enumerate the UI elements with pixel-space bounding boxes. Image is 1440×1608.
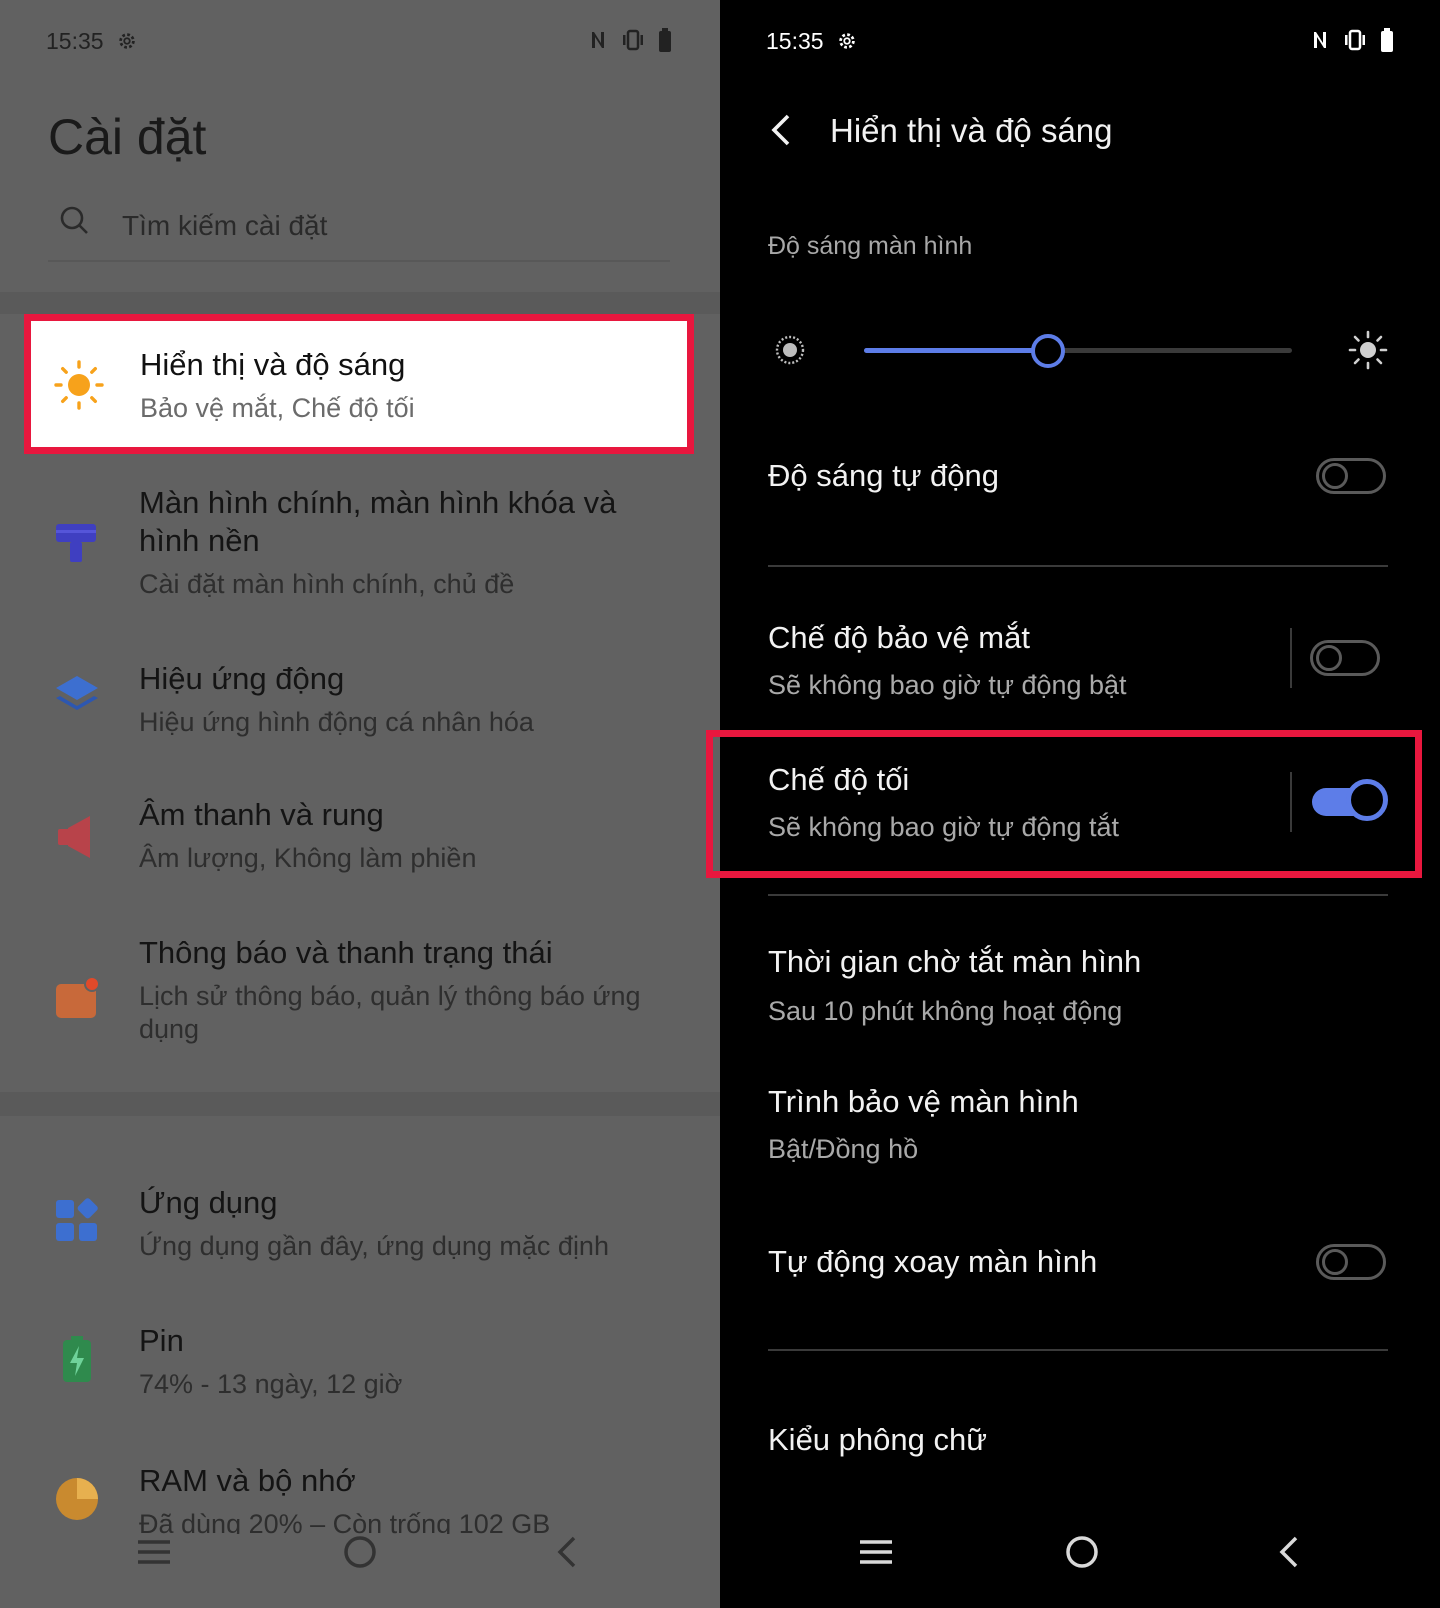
dark-mode-highlight-frame <box>706 730 1422 878</box>
brightness-slider[interactable] <box>768 330 1388 370</box>
brightness-high-icon <box>1348 330 1388 370</box>
gear-icon <box>838 33 855 49</box>
notification-icon <box>56 976 100 1018</box>
settings-item-title: RAM và bộ nhớ <box>139 1463 356 1498</box>
toggle-knob <box>1322 463 1348 489</box>
settings-item-subtitle: 74% - 13 ngày, 12 giờ <box>139 1369 403 1399</box>
page-title: Cài đặt <box>48 109 207 165</box>
row-title: Độ sáng tự động <box>768 458 1000 493</box>
screensaver-row[interactable]: Trình bảo vệ màn hình Bật/Đồng hồ <box>768 1084 1388 1184</box>
home-icon[interactable] <box>1062 1532 1102 1572</box>
section-divider <box>768 894 1388 896</box>
brightness-fill <box>864 348 1048 353</box>
battery-icon <box>63 1336 91 1382</box>
section-divider <box>0 1092 720 1116</box>
settings-item-subtitle: Lịch sử thông báo, quản lý thông báo ứng… <box>139 981 641 1044</box>
toggle-knob <box>1316 645 1342 671</box>
status-icons-left <box>588 28 672 52</box>
settings-item-battery[interactable]: Pin 74% - 13 ngày, 12 giờ <box>0 1322 720 1422</box>
settings-item-apps[interactable]: Ứng dụng Ứng dụng gần đây, ứng dụng mặc … <box>0 1184 720 1284</box>
section-divider <box>768 1349 1388 1351</box>
back-arrow-icon[interactable] <box>768 112 798 148</box>
apps-icon <box>56 1198 98 1241</box>
vibrate-icon <box>623 29 643 51</box>
row-subtitle: Bật/Đồng hồ <box>768 1134 919 1164</box>
settings-item-title: Màn hình chính, màn hình khóa và hình nề… <box>139 485 617 558</box>
row-title: Tự động xoay màn hình <box>768 1244 1098 1279</box>
battery-status-icon <box>1381 28 1393 52</box>
nfc-icon <box>1314 32 1326 48</box>
settings-item-title: Pin <box>139 1323 184 1358</box>
vibrate-icon <box>1345 29 1365 51</box>
row-title: Thời gian chờ tắt màn hình <box>768 944 1142 979</box>
nfc-icon <box>592 32 604 48</box>
storage-pie-icon <box>56 1478 98 1520</box>
section-divider <box>768 565 1388 567</box>
row-title: Kiểu phông chữ <box>768 1422 987 1457</box>
back-icon[interactable] <box>548 1532 588 1572</box>
row-subtitle: Sau 10 phút không hoạt động <box>768 996 1123 1026</box>
brightness-thumb[interactable] <box>1031 334 1065 368</box>
settings-item-subtitle: Cài đặt màn hình chính, chủ đề <box>139 569 515 599</box>
home-icon[interactable] <box>340 1532 380 1572</box>
brightness-low-icon <box>775 335 805 365</box>
settings-item-subtitle: Âm lượng, Không làm phiền <box>139 843 477 873</box>
search-input[interactable]: Tìm kiếm cài đặt <box>48 200 670 262</box>
menu-icon[interactable] <box>856 1532 896 1572</box>
settings-item-animations[interactable]: Hiệu ứng động Hiệu ứng hình động cá nhân… <box>0 660 720 760</box>
auto-brightness-row[interactable]: Độ sáng tự động <box>768 450 1388 510</box>
settings-item-subtitle: Hiệu ứng hình động cá nhân hóa <box>139 707 534 737</box>
auto-rotate-toggle[interactable] <box>1316 1244 1386 1280</box>
settings-item-subtitle: Ứng dụng gần đây, ứng dụng mặc định <box>139 1231 609 1261</box>
speaker-icon <box>58 816 90 858</box>
settings-item-notifications[interactable]: Thông báo và thanh trạng thái Lịch sử th… <box>0 934 720 1064</box>
battery-status-icon <box>659 28 671 52</box>
search-icon <box>60 206 88 234</box>
auto-brightness-toggle[interactable] <box>1316 458 1386 494</box>
brightness-track[interactable] <box>864 334 1292 368</box>
gear-icon <box>118 33 135 49</box>
status-time: 15:35 <box>46 27 104 54</box>
settings-item-title: Thông báo và thanh trạng thái <box>139 935 553 970</box>
navigation-bar <box>0 1518 720 1588</box>
settings-main-screen: 15:35 Cài đặt Tìm kiếm cài đặt Hiển thị … <box>0 0 720 1608</box>
settings-item-title: Hiệu ứng động <box>139 661 345 696</box>
eye-protection-toggle[interactable] <box>1310 640 1380 676</box>
settings-item-sound[interactable]: Âm thanh và rung Âm lượng, Không làm phi… <box>0 796 720 896</box>
row-title: Trình bảo vệ màn hình <box>768 1084 1079 1119</box>
back-icon[interactable] <box>1270 1532 1310 1572</box>
section-divider <box>0 292 720 314</box>
vertical-separator <box>1290 628 1292 688</box>
settings-item-title: Hiển thị và độ sáng <box>140 347 406 382</box>
row-subtitle: Sẽ không bao giờ tự động bật <box>768 670 1127 700</box>
sun-icon <box>54 360 104 410</box>
eye-protection-row[interactable]: Chế độ bảo vệ mắt Sẽ không bao giờ tự độ… <box>768 614 1388 714</box>
menu-icon[interactable] <box>134 1532 174 1572</box>
search-placeholder: Tìm kiếm cài đặt <box>122 210 328 241</box>
settings-item-title: Ứng dụng <box>139 1185 278 1220</box>
settings-item-home-screen[interactable]: Màn hình chính, màn hình khóa và hình nề… <box>0 480 720 610</box>
font-style-row[interactable]: Kiểu phông chữ <box>768 1418 1388 1478</box>
auto-rotate-row[interactable]: Tự động xoay màn hình <box>768 1240 1388 1300</box>
navigation-bar <box>720 1518 1440 1588</box>
status-icons-right <box>1310 28 1394 52</box>
layers-icon <box>56 676 98 710</box>
page-title: Hiển thị và độ sáng <box>830 112 1113 149</box>
brightness-section-label: Độ sáng màn hình <box>768 232 973 260</box>
settings-item-display-brightness[interactable]: Hiển thị và độ sáng Bảo vệ mắt, Chế độ t… <box>24 314 694 454</box>
status-bar-right: 15:35 <box>766 26 858 56</box>
settings-item-title: Âm thanh và rung <box>139 797 384 832</box>
status-time: 15:35 <box>766 27 824 54</box>
home-screen-icon <box>56 524 96 562</box>
toggle-knob <box>1322 1249 1348 1275</box>
screen-timeout-row[interactable]: Thời gian chờ tắt màn hình Sau 10 phút k… <box>768 944 1388 1044</box>
row-title: Chế độ bảo vệ mắt <box>768 620 1030 655</box>
settings-item-subtitle: Bảo vệ mắt, Chế độ tối <box>140 393 415 423</box>
status-bar-left: 15:35 <box>46 26 138 56</box>
